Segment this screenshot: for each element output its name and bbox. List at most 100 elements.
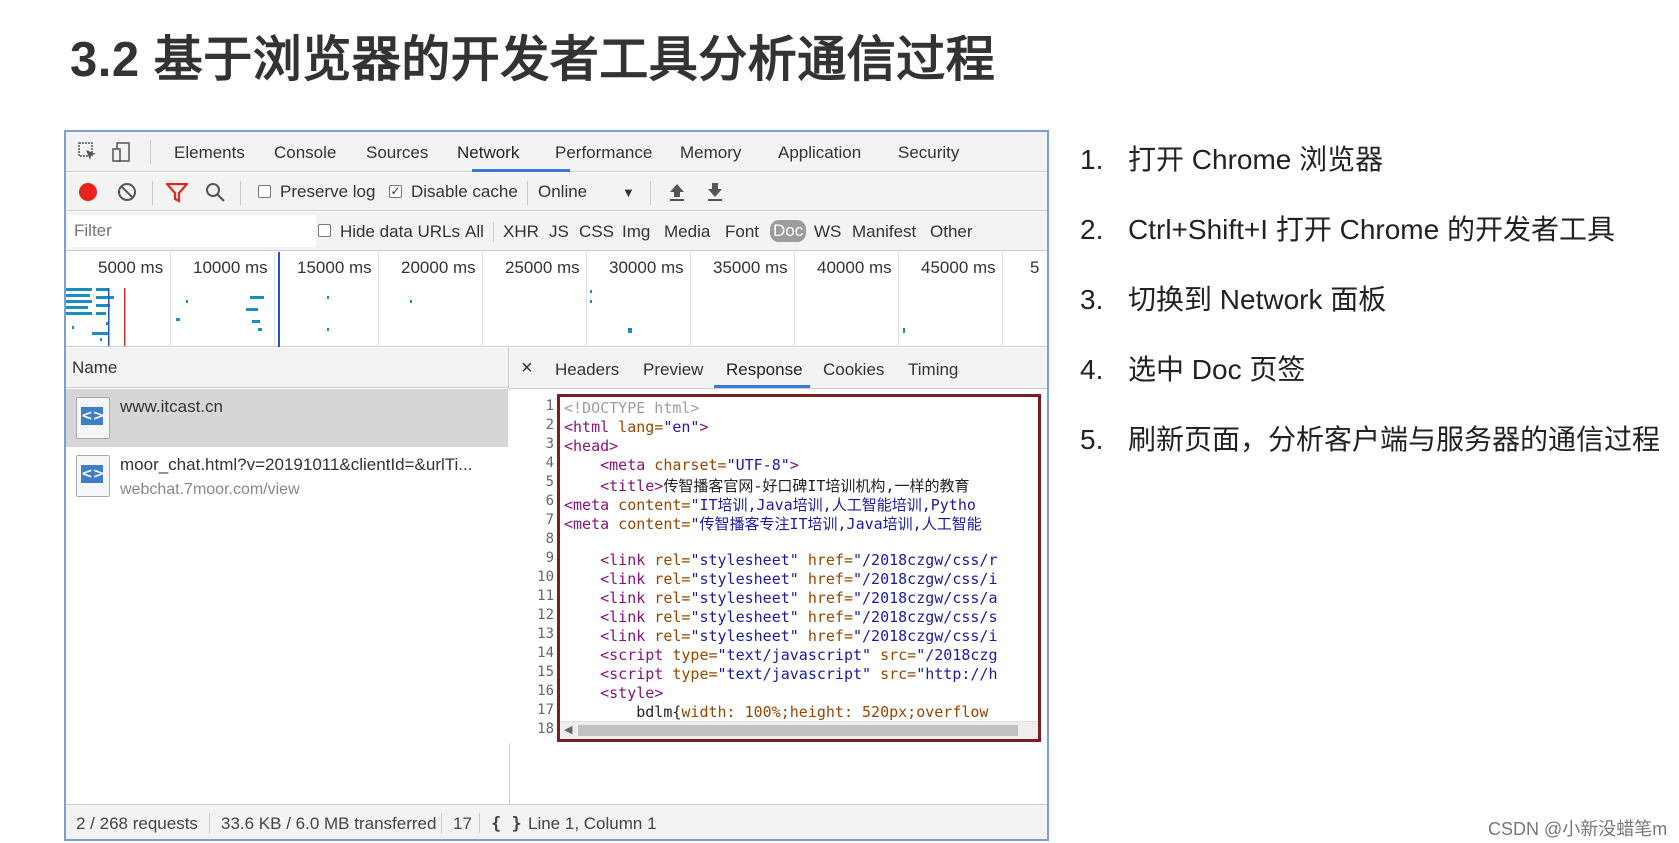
type-filter-media[interactable]: Media <box>664 222 710 242</box>
divider <box>209 813 210 833</box>
horizontal-scrollbar[interactable]: ◀ <box>560 721 1038 739</box>
type-filter-doc[interactable]: Doc <box>770 220 807 242</box>
close-icon[interactable]: × <box>521 357 533 380</box>
code-line: <link rel="stylesheet" href="/2018czgw/c… <box>564 608 998 626</box>
devtools-tab-bar: Elements Console Sources Network Perform… <box>66 132 1047 172</box>
step-item: 1. 打开 Chrome 浏览器 <box>1080 144 1384 175</box>
active-tab-indicator <box>472 169 570 172</box>
type-filter-img[interactable]: Img <box>622 222 650 242</box>
tab-timing[interactable]: Timing <box>908 360 958 380</box>
code-line: <script type="text/javascript" src="http… <box>564 665 998 683</box>
step-item: 3. 切换到 Network 面板 <box>1080 284 1387 315</box>
type-filter-other[interactable]: Other <box>930 222 973 242</box>
divider <box>150 140 151 164</box>
tab-security[interactable]: Security <box>898 143 959 163</box>
line-number: 12 <box>537 607 554 623</box>
chevron-down-icon[interactable]: ▼ <box>622 185 635 200</box>
pretty-print-icon[interactable]: { } <box>491 814 522 834</box>
network-overview[interactable]: 5000 ms 10000 ms 15000 ms 20000 ms 25000… <box>66 252 1047 347</box>
request-name: www.itcast.cn <box>120 397 223 416</box>
export-har-icon[interactable] <box>706 182 724 202</box>
line-number: 3 <box>545 436 554 452</box>
divider <box>240 181 241 205</box>
step-item: 4. 选中 Doc 页签 <box>1080 354 1306 385</box>
inspect-element-icon[interactable] <box>78 142 98 162</box>
line-number: 7 <box>545 512 554 528</box>
type-filter-js[interactable]: JS <box>549 222 569 242</box>
scrollbar-thumb[interactable] <box>578 725 1018 736</box>
overview-waterfall <box>66 252 905 347</box>
document-icon: <> <box>76 455 110 497</box>
status-count: 17 <box>453 814 472 833</box>
code-line: <meta content="传智播客专注IT培训,Java培训,人工智能 <box>564 515 982 533</box>
tab-network[interactable]: Network <box>457 143 519 163</box>
code-line: <meta charset="UTF-8"> <box>564 456 799 474</box>
tab-elements[interactable]: Elements <box>174 143 245 163</box>
type-filter-font[interactable]: Font <box>725 222 759 242</box>
active-tab-indicator <box>714 385 810 388</box>
clear-icon[interactable] <box>117 182 137 202</box>
request-row[interactable]: <> moor_chat.html?v=20191011&clientId=&u… <box>66 447 508 505</box>
code-line: <link rel="stylesheet" href="/2018czgw/c… <box>564 627 998 645</box>
hide-data-urls-checkbox[interactable] <box>318 224 331 237</box>
line-number-gutter: 1 2 3 4 5 6 7 8 9 10 11 12 13 14 15 16 1… <box>509 390 557 743</box>
disable-cache-label: Disable cache <box>411 182 518 201</box>
type-filter-xhr[interactable]: XHR <box>503 222 539 242</box>
line-number: 9 <box>545 550 554 566</box>
line-number: 6 <box>545 493 554 509</box>
code-line: <!DOCTYPE html> <box>564 399 700 417</box>
tab-headers[interactable]: Headers <box>555 360 619 380</box>
search-icon[interactable] <box>205 182 227 204</box>
divider <box>650 181 651 205</box>
divider <box>527 181 528 205</box>
import-har-icon[interactable] <box>668 182 686 202</box>
filter-input[interactable] <box>68 215 316 247</box>
disable-cache-checkbox[interactable]: ✓ <box>389 185 402 198</box>
type-filter-all[interactable]: All <box>465 222 484 242</box>
type-filter-manifest[interactable]: Manifest <box>852 222 916 242</box>
tab-application[interactable]: Application <box>778 143 861 163</box>
tab-console[interactable]: Console <box>274 143 336 163</box>
type-filter-ws[interactable]: WS <box>814 222 841 242</box>
request-row[interactable]: <> www.itcast.cn <box>66 389 508 447</box>
scroll-left-icon[interactable]: ◀ <box>564 723 572 736</box>
line-number: 16 <box>537 683 554 699</box>
tab-performance[interactable]: Performance <box>555 143 652 163</box>
filter-icon[interactable] <box>166 183 188 203</box>
record-icon[interactable] <box>78 182 98 202</box>
step-item: 5. 刷新页面，分析客户端与服务器的通信过程 <box>1080 424 1661 455</box>
throttling-select[interactable]: Online <box>538 182 587 202</box>
filter-bar: Hide data URLs All XHR JS CSS Img Media … <box>66 212 1047 251</box>
line-number: 2 <box>545 417 554 433</box>
step-item: 2. Ctrl+Shift+I 打开 Chrome 的开发者工具 <box>1080 214 1615 245</box>
name-column-header[interactable]: Name <box>72 358 117 378</box>
device-toolbar-icon[interactable] <box>112 142 132 162</box>
type-filter-css[interactable]: CSS <box>579 222 614 242</box>
line-number: 5 <box>545 474 554 490</box>
transferred-size: 33.6 KB / 6.0 MB transferred <box>221 814 437 833</box>
preserve-log-checkbox[interactable] <box>258 185 271 198</box>
network-toolbar: Preserve log ✓ Disable cache Online ▼ <box>66 173 1047 211</box>
divider <box>493 222 494 242</box>
line-number: 1 <box>545 398 554 414</box>
status-bar: 2 / 268 requests 33.6 KB / 6.0 MB transf… <box>66 804 1047 839</box>
hide-data-urls-label: Hide data URLs <box>340 222 461 241</box>
requests-header: Name <box>66 348 509 388</box>
tab-memory[interactable]: Memory <box>680 143 741 163</box>
code-line: <script type="text/javascript" src="/201… <box>564 646 998 664</box>
code-line: <style> <box>564 684 664 702</box>
preserve-log-label: Preserve log <box>280 182 376 201</box>
devtools-panel: Elements Console Sources Network Perform… <box>64 130 1049 841</box>
line-number: 10 <box>537 569 554 585</box>
tab-sources[interactable]: Sources <box>366 143 428 163</box>
response-code-view[interactable]: <!DOCTYPE html> <html lang="en"> <head> … <box>557 394 1041 742</box>
tab-cookies[interactable]: Cookies <box>823 360 884 380</box>
code-line: <title>传智播客官网-好口碑IT培训机构,一样的教育 <box>564 477 970 495</box>
line-number: 15 <box>537 664 554 680</box>
cursor-position: Line 1, Column 1 <box>528 814 657 833</box>
tab-response[interactable]: Response <box>726 360 803 380</box>
divider <box>441 813 442 833</box>
line-number: 11 <box>537 588 554 604</box>
tab-preview[interactable]: Preview <box>643 360 703 380</box>
watermark: CSDN @小新没蜡笔m <box>1488 819 1668 839</box>
